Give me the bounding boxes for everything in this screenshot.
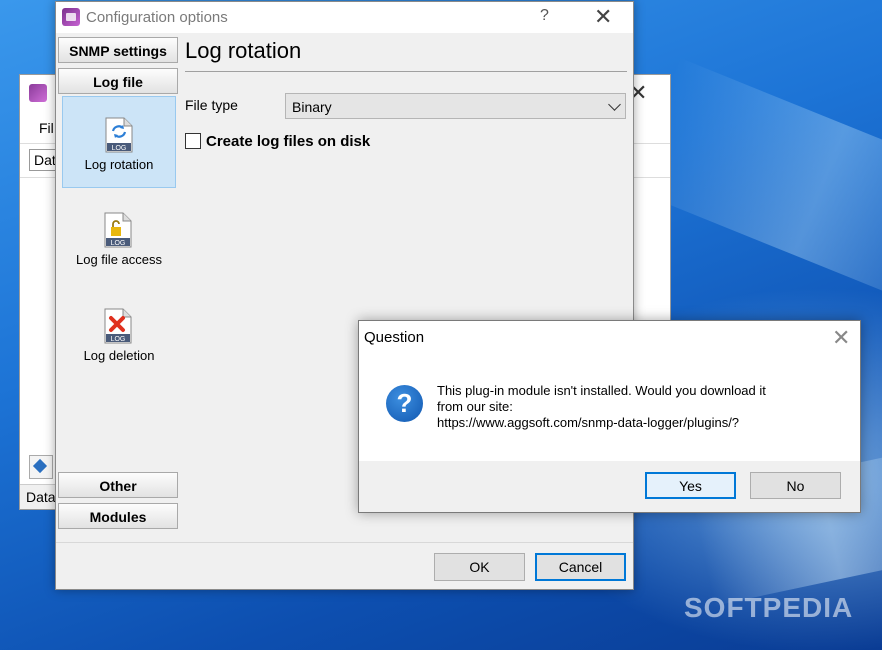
app-icon bbox=[62, 8, 80, 26]
nav-item-label: Log rotation bbox=[84, 157, 154, 172]
file-type-select[interactable]: Binary bbox=[285, 93, 626, 119]
svg-text:LOG: LOG bbox=[111, 336, 126, 343]
nav-item-log-file-access[interactable]: LOG Log file access bbox=[62, 192, 176, 284]
category-nav: LOG Log rotation LOG Log file access LOG… bbox=[58, 94, 178, 470]
message-line: https://www.aggsoft.com/snmp-data-logger… bbox=[437, 415, 740, 430]
nav-item-log-rotation[interactable]: LOG Log rotation bbox=[62, 96, 176, 188]
status-diamond-icon[interactable] bbox=[29, 455, 53, 479]
svg-text:LOG: LOG bbox=[111, 240, 126, 247]
question-dialog-footer: Yes No bbox=[359, 461, 860, 512]
question-message: This plug-in module isn't installed. Wou… bbox=[437, 383, 837, 431]
help-icon[interactable]: ? bbox=[540, 7, 549, 25]
log-deletion-icon: LOG bbox=[104, 308, 132, 344]
create-log-files-label[interactable]: Create log files on disk bbox=[206, 133, 370, 150]
chevron-down-icon bbox=[608, 98, 621, 111]
create-log-files-checkbox[interactable] bbox=[185, 133, 201, 149]
log-file-access-icon: LOG bbox=[104, 212, 132, 248]
question-icon: ? bbox=[386, 385, 423, 422]
log-file-button[interactable]: Log file bbox=[58, 68, 178, 94]
svg-text:LOG: LOG bbox=[112, 145, 127, 152]
yes-button[interactable]: Yes bbox=[645, 472, 736, 499]
no-button[interactable]: No bbox=[750, 472, 841, 499]
snmp-settings-button[interactable]: SNMP settings bbox=[58, 37, 178, 63]
log-rotation-icon: LOG bbox=[105, 117, 133, 153]
nav-item-log-deletion[interactable]: LOG Log deletion bbox=[62, 288, 176, 380]
question-dialog-title: Question bbox=[364, 329, 425, 346]
message-line: from our site: bbox=[437, 399, 513, 414]
dialog-title: Configuration options bbox=[86, 9, 228, 26]
dialog-titlebar: Configuration options ? ✕ bbox=[56, 2, 633, 33]
nav-item-label: Log file access bbox=[76, 252, 162, 267]
menu-file[interactable]: Fil bbox=[39, 120, 54, 136]
panel-title: Log rotation bbox=[185, 38, 302, 63]
cancel-button[interactable]: Cancel bbox=[535, 553, 626, 581]
softpedia-watermark: SOFTPEDIA bbox=[684, 592, 854, 623]
footer-divider bbox=[56, 542, 633, 543]
status-text: Data bbox=[26, 489, 56, 505]
file-type-value: Binary bbox=[292, 99, 332, 115]
message-line: This plug-in module isn't installed. Wou… bbox=[437, 383, 766, 398]
question-dialog: Question ✕ ? This plug-in module isn't i… bbox=[358, 320, 861, 513]
file-type-label: File type bbox=[185, 97, 238, 113]
nav-item-label: Log deletion bbox=[83, 348, 155, 363]
app-icon bbox=[29, 84, 47, 102]
panel-divider bbox=[185, 71, 627, 72]
close-icon[interactable]: ✕ bbox=[832, 325, 850, 351]
modules-button[interactable]: Modules bbox=[58, 503, 178, 529]
close-icon[interactable]: ✕ bbox=[594, 4, 612, 30]
other-button[interactable]: Other bbox=[58, 472, 178, 498]
ok-button[interactable]: OK bbox=[434, 553, 525, 581]
